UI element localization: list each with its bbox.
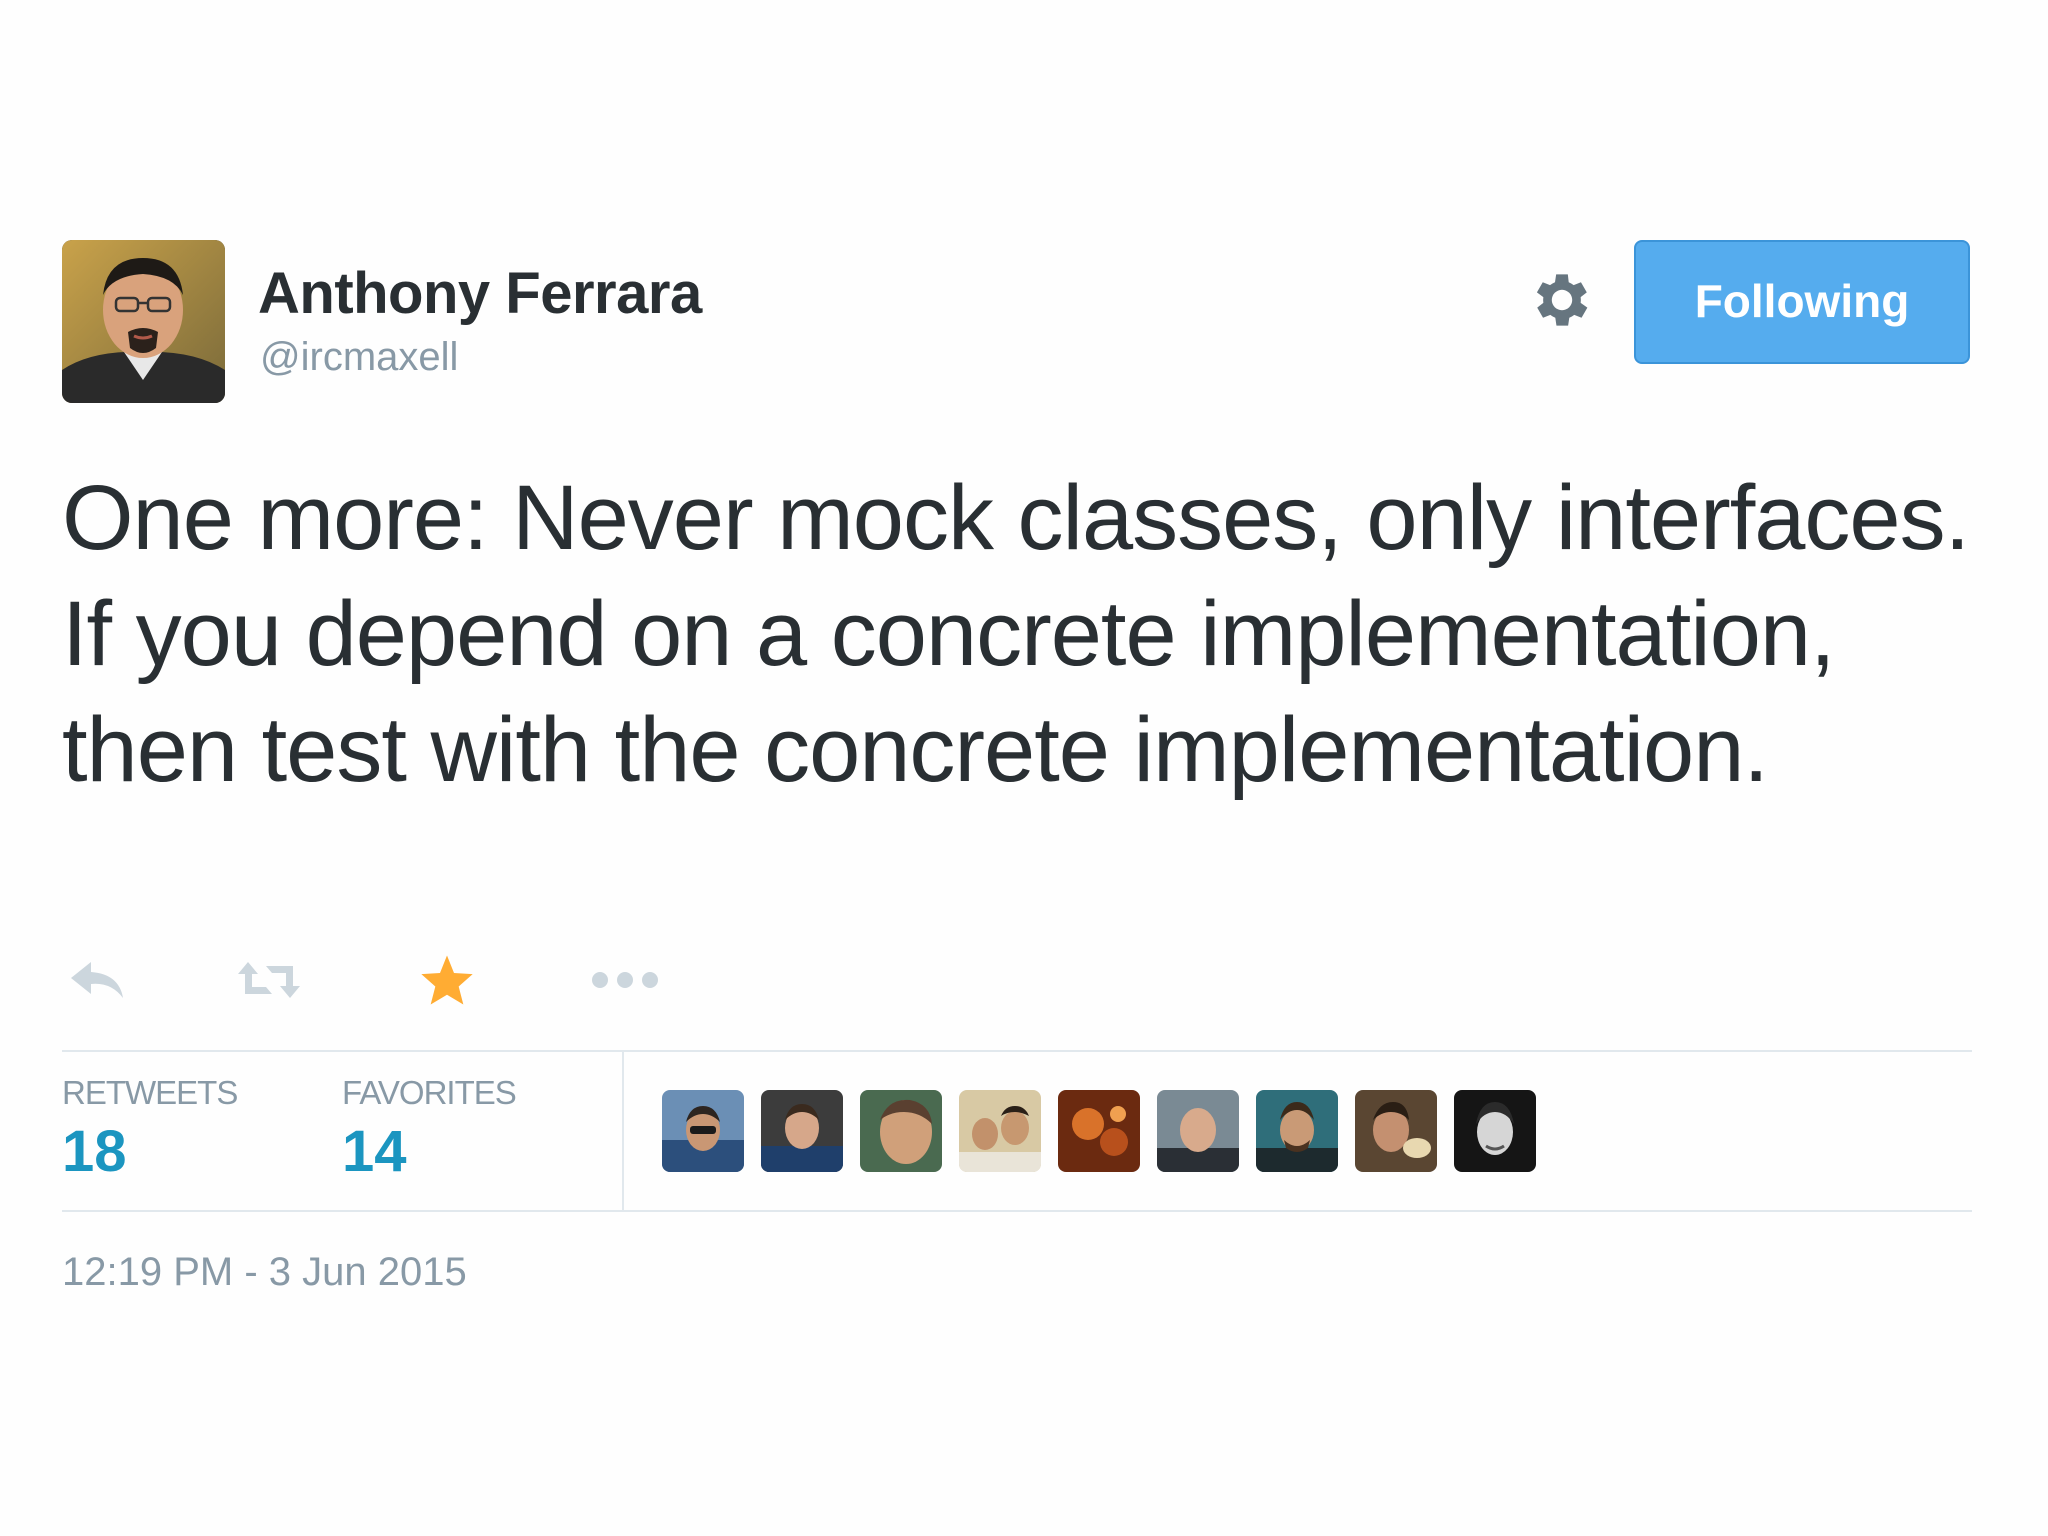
tweet-timestamp[interactable]: 12:19 PM - 3 Jun 2015 bbox=[62, 1250, 467, 1295]
gear-icon[interactable] bbox=[1527, 265, 1597, 335]
following-button[interactable]: Following bbox=[1634, 240, 1970, 364]
stats-divider bbox=[622, 1052, 624, 1210]
more-icon[interactable] bbox=[590, 950, 660, 1010]
favoriter-avatar[interactable] bbox=[1454, 1090, 1536, 1172]
favoriter-avatar[interactable] bbox=[1355, 1090, 1437, 1172]
star-icon[interactable] bbox=[412, 950, 482, 1010]
reply-icon[interactable] bbox=[62, 950, 132, 1010]
author-name[interactable]: Anthony Ferrara bbox=[258, 260, 702, 327]
tweet-card: Anthony Ferrara @ircmaxell Following One… bbox=[62, 240, 1972, 1294]
favoriter-avatar[interactable] bbox=[1058, 1090, 1140, 1172]
favoriter-avatar[interactable] bbox=[662, 1090, 744, 1172]
retweet-icon[interactable] bbox=[234, 950, 304, 1010]
favorites-stat[interactable]: FAVORITES 14 bbox=[342, 1074, 517, 1185]
tweet-header: Anthony Ferrara @ircmaxell Following bbox=[62, 240, 1972, 410]
retweets-count: 18 bbox=[62, 1119, 127, 1184]
favoriter-avatar[interactable] bbox=[1256, 1090, 1338, 1172]
favoriter-avatar[interactable] bbox=[1157, 1090, 1239, 1172]
favorited-by-avatars bbox=[662, 1090, 1553, 1172]
favorites-label: FAVORITES bbox=[342, 1074, 517, 1111]
author-avatar[interactable] bbox=[62, 240, 225, 403]
tweet-text: One more: Never mock classes, only inter… bbox=[62, 467, 1970, 801]
retweets-stat[interactable]: RETWEETS 18 bbox=[62, 1074, 238, 1185]
favorites-count: 14 bbox=[342, 1119, 407, 1184]
favoriter-avatar[interactable] bbox=[860, 1090, 942, 1172]
retweets-label: RETWEETS bbox=[62, 1074, 238, 1111]
favoriter-avatar[interactable] bbox=[761, 1090, 843, 1172]
tweet-stats: RETWEETS 18 FAVORITES 14 bbox=[62, 1050, 1972, 1212]
author-handle[interactable]: @ircmaxell bbox=[260, 335, 458, 380]
tweet-actions bbox=[62, 950, 762, 1020]
favoriter-avatar[interactable] bbox=[959, 1090, 1041, 1172]
